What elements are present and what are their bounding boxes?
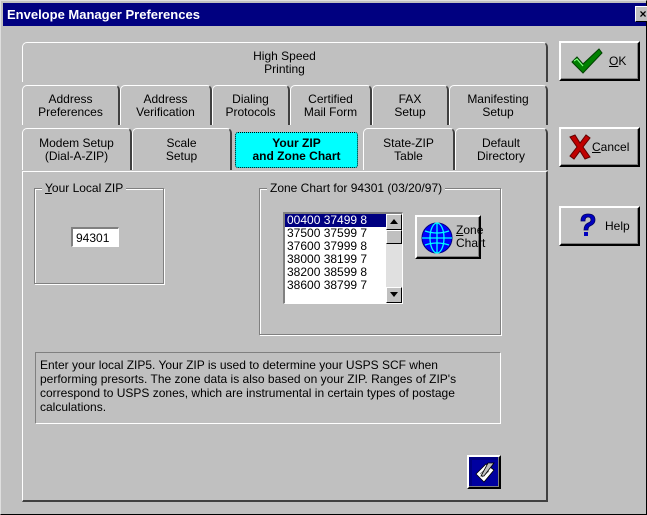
tab-your-zip-zone-chart[interactable]: Your ZIP and Zone Chart <box>235 132 358 168</box>
question-mark-icon <box>580 213 596 236</box>
up-arrow-icon <box>390 219 398 224</box>
scroll-down-button[interactable] <box>386 287 402 303</box>
tab-address-preferences[interactable]: Address Preferences <box>22 85 120 125</box>
tab-dialing-protocols[interactable]: Dialing Protocols <box>212 85 290 125</box>
scroll-thumb[interactable] <box>386 230 402 244</box>
local-zip-input[interactable]: 94301 <box>71 227 119 247</box>
help-description: Enter your local ZIP5. Your ZIP is used … <box>35 352 501 424</box>
tab-label: Scale Setup <box>165 135 198 163</box>
tab-label: Address Verification <box>136 91 195 119</box>
tab-manifesting-setup[interactable]: Manifesting Setup <box>449 85 548 125</box>
window-title: Envelope Manager Preferences <box>7 7 200 22</box>
local-zip-label: Your Local ZIP <box>42 181 127 195</box>
scroll-up-button[interactable] <box>386 214 402 230</box>
tab-certified-mail-form[interactable]: Certified Mail Form <box>290 85 372 125</box>
zone-chart-button[interactable]: Zone Chart <box>415 215 485 259</box>
tab-high-speed-printing[interactable]: High Speed Printing <box>22 42 548 82</box>
tab-scale-setup[interactable]: Scale Setup <box>132 128 232 170</box>
notepad-pen-icon <box>472 460 498 486</box>
tab-label: Certified Mail Form <box>303 91 358 119</box>
tab-state-zip-table[interactable]: State-ZIP Table <box>363 128 455 170</box>
tab-label: State-ZIP Table <box>383 135 434 163</box>
close-icon: × <box>639 7 647 21</box>
zone-chart-label: Zone Chart for 94301 (03/20/97) <box>267 181 446 195</box>
local-zip-value: 94301 <box>76 231 110 245</box>
tab-fax-setup[interactable]: FAX Setup <box>372 85 449 125</box>
ok-button[interactable]: OK <box>559 41 640 81</box>
tab-label: Dialing Protocols <box>225 91 276 119</box>
cancel-label: Cancel <box>592 140 630 154</box>
x-icon <box>569 134 591 160</box>
globe-icon <box>421 222 453 254</box>
tab-label: Manifesting Setup <box>467 91 529 119</box>
ok-label: OK <box>609 54 627 68</box>
zone-chart-button-label: Zone Chart <box>456 223 486 250</box>
tab-label: Modem Setup (Dial-A-ZIP) <box>39 135 114 163</box>
title-bar[interactable]: Envelope Manager Preferences × <box>3 3 647 26</box>
down-arrow-icon <box>390 292 398 297</box>
preferences-window: Envelope Manager Preferences × High Spee… <box>0 0 647 515</box>
cancel-button[interactable]: Cancel <box>559 127 640 167</box>
tab-label: High Speed Printing <box>253 48 316 76</box>
help-button[interactable]: Help <box>559 206 640 246</box>
zone-chart-list[interactable]: 00400 37499 8 37500 37599 7 37600 37999 … <box>283 212 403 304</box>
checkmark-icon <box>571 48 603 74</box>
list-scrollbar[interactable] <box>386 214 402 303</box>
tab-label: FAX Setup <box>394 91 426 119</box>
help-label: Help <box>605 219 630 233</box>
tab-label: Address Preferences <box>38 91 103 119</box>
tab-label: Default Directory <box>476 135 525 163</box>
list-item[interactable]: 38600 38799 7 <box>285 279 397 292</box>
close-button[interactable]: × <box>635 6 647 22</box>
tab-default-directory[interactable]: Default Directory <box>455 128 548 170</box>
notepad-button[interactable] <box>467 455 501 489</box>
tab-modem-setup[interactable]: Modem Setup (Dial-A-ZIP) <box>22 128 132 170</box>
tab-label: Your ZIP and Zone Chart <box>252 136 341 163</box>
tab-address-verification[interactable]: Address Verification <box>120 85 212 125</box>
